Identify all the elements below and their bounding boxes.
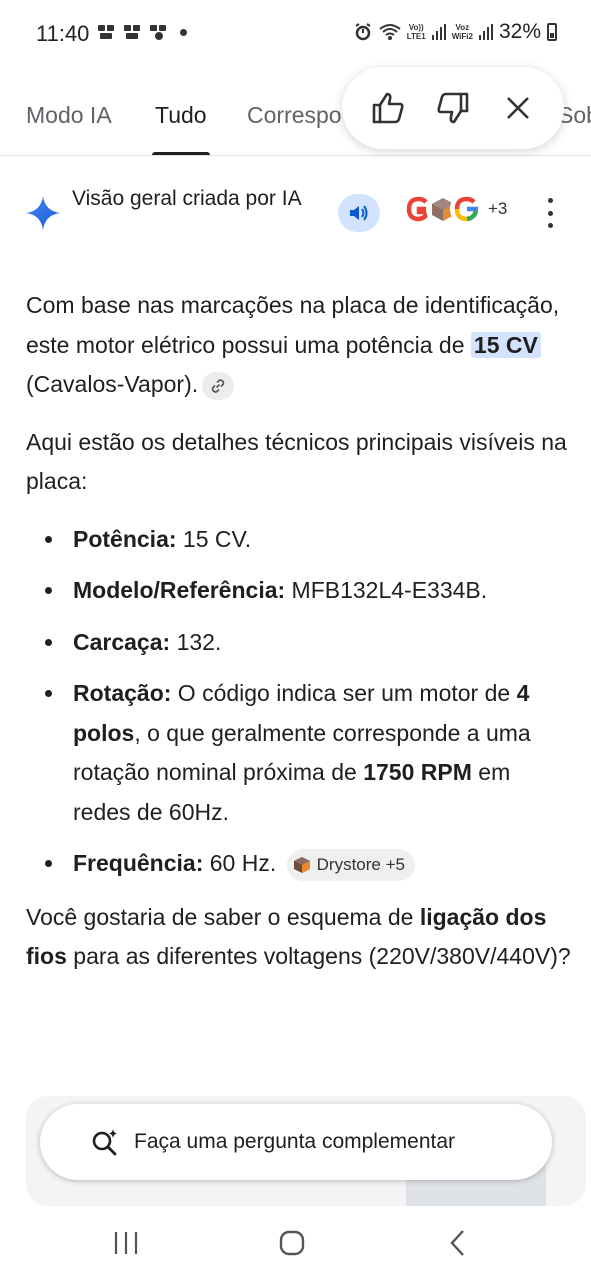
sources-button[interactable]: +3 (402, 192, 507, 226)
status-icons: Vo)) LTE1 Voz WiFi2 32% (353, 20, 557, 44)
list-item: Rotação: O código indica ser um motor de… (26, 674, 571, 832)
thumbs-down-icon (437, 92, 469, 124)
list-item: Frequência: 60 Hz. Drystore +5 (26, 844, 571, 884)
tab-correspondencias[interactable]: Correspo (247, 102, 342, 129)
more-options-button[interactable] (542, 198, 558, 228)
thumbs-down-button[interactable] (431, 86, 475, 130)
back-icon (450, 1230, 464, 1256)
speaker-icon (350, 205, 368, 221)
active-tab-indicator (152, 152, 210, 155)
battery-percent: 32% (498, 20, 541, 43)
close-icon (506, 97, 529, 119)
signal-2-icon (478, 24, 493, 40)
home-icon (279, 1230, 305, 1256)
details-list: Potência: 15 CV. Modelo/Referência: MFB1… (26, 520, 571, 884)
list-item: Potência: 15 CV. (26, 520, 571, 560)
link-icon (211, 379, 225, 393)
status-time: 11:40 (36, 21, 90, 46)
signal-1-icon (431, 24, 446, 40)
intro-paragraph: Com base nas marcações na placa de ident… (26, 286, 571, 405)
list-item: Modelo/Referência: MFB132L4-E334B. (26, 571, 571, 611)
details-intro: Aqui estão os detalhes técnicos principa… (26, 428, 567, 495)
battery-icon (547, 23, 557, 41)
ai-overview-title: Visão geral criada por IA (72, 187, 302, 210)
more-notifications-dot (180, 28, 187, 36)
citation-link-button[interactable] (202, 371, 235, 400)
ai-overview-content: Com base nas marcações na placa de ident… (26, 286, 571, 995)
listen-button[interactable] (338, 194, 380, 232)
thumbs-up-icon (373, 92, 404, 124)
tab-tudo[interactable]: Tudo (155, 102, 207, 129)
recent-apps-button[interactable] (106, 1226, 146, 1260)
feedback-popup (342, 67, 564, 149)
source-chip-drystore[interactable]: Drystore +5 (286, 848, 415, 881)
network-1-label: Vo)) LTE1 (406, 23, 426, 41)
notification-icons (96, 22, 187, 42)
google-logo-icon (450, 192, 484, 226)
follow-up-question-button[interactable]: Faça uma pergunta complementar (40, 1104, 552, 1180)
close-feedback-button[interactable] (496, 86, 540, 130)
cube-icon (293, 856, 310, 873)
followup-paragraph: Você gostaria de saber o esquema de liga… (26, 903, 571, 970)
follow-up-label: Faça uma pergunta complementar (134, 1130, 455, 1153)
sources-more-count: +3 (488, 199, 508, 218)
back-button[interactable] (438, 1226, 478, 1260)
wifi-icon (379, 24, 401, 40)
gemini-sparkle-icon (26, 196, 60, 230)
alarm-icon (355, 23, 371, 41)
tab-modo-ia[interactable]: Modo IA (26, 102, 112, 129)
network-2-label: Voz WiFi2 (451, 23, 473, 41)
notification-app-icon (98, 25, 114, 39)
notification-app-icon (124, 25, 140, 39)
home-button[interactable] (272, 1226, 312, 1260)
thumbs-up-button[interactable] (366, 86, 410, 130)
more-vert-icon (547, 198, 553, 203)
list-item: Carcaça: 132. (26, 623, 571, 663)
system-nav-bar (0, 1210, 591, 1280)
ai-overview-header: Visão geral criada por IA +3 (26, 182, 566, 242)
notification-app-icon (150, 25, 166, 40)
recents-icon (114, 1232, 138, 1254)
search-sparkle-icon (92, 1129, 117, 1156)
power-highlight: 15 CV (470, 331, 541, 358)
status-bar: 11:40 Vo)) LTE1 Voz WiFi2 32% (0, 0, 591, 68)
